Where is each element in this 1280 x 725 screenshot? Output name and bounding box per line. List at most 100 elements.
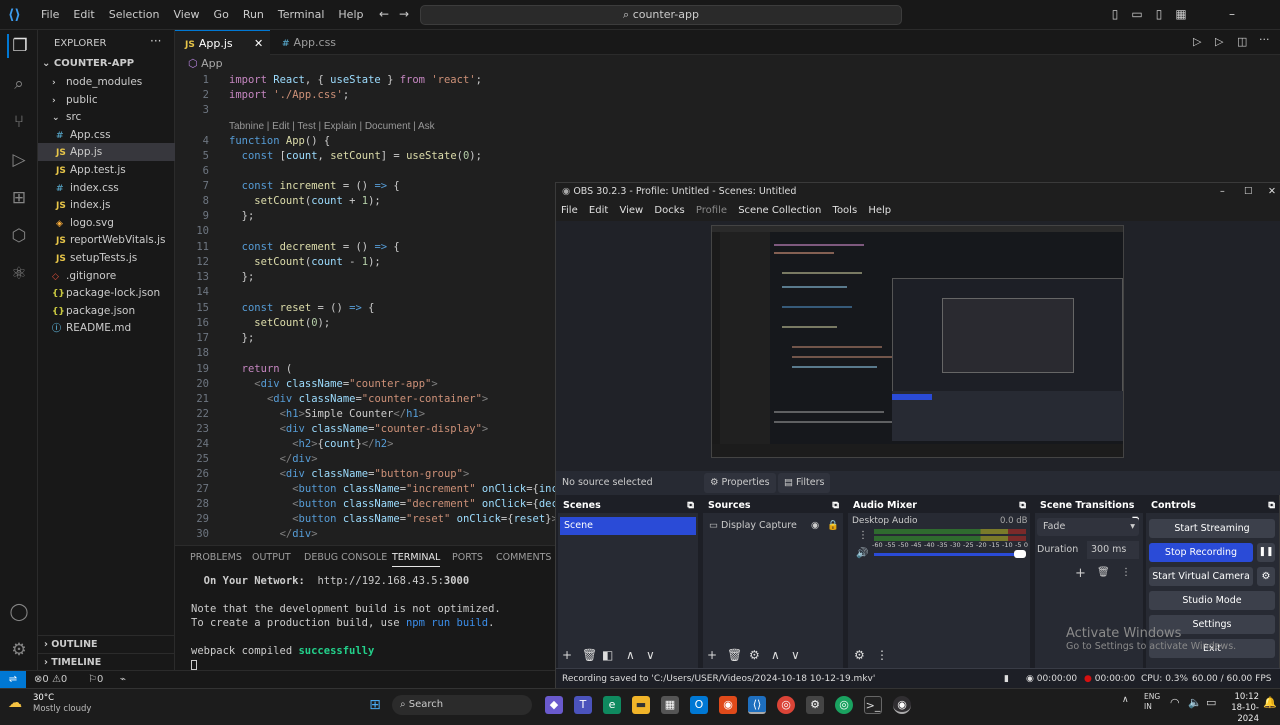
scene-item[interactable]: Scene: [560, 517, 696, 535]
add-icon[interactable]: +: [562, 648, 572, 662]
problems-status[interactable]: ⊗0 ⚠0: [34, 671, 67, 688]
notification-bell-icon[interactable]: 🔔: [1263, 696, 1277, 709]
folder-item[interactable]: › node_modules: [38, 73, 175, 91]
undock-icon[interactable]: ⧉: [687, 498, 694, 513]
lock-icon[interactable]: 🔒: [827, 517, 839, 535]
properties-button[interactable]: ⚙ Properties: [704, 473, 776, 493]
volume-icon[interactable]: 🔈: [1188, 696, 1202, 709]
more-actions-icon[interactable]: ···: [150, 34, 161, 48]
file-item[interactable]: ⓘ README.md: [38, 319, 175, 337]
code-editor[interactable]: 1 2 3 4 5 6 7 8 9 10 11 12 13 14 15 16 17 18 19 20 21 22 23 24 2…: [175, 72, 564, 540]
file-item[interactable]: JS App.test.js: [38, 161, 175, 179]
menu-file[interactable]: File: [561, 205, 578, 216]
account-icon[interactable]: ◯: [7, 600, 31, 624]
menu-scene-collection[interactable]: Scene Collection: [738, 205, 821, 216]
chrome-profile-icon[interactable]: ◎: [835, 696, 853, 714]
trash-icon[interactable]: 🗑: [727, 648, 742, 662]
battery-icon[interactable]: ▭: [1206, 696, 1216, 709]
language-indicator[interactable]: ENG IN: [1144, 692, 1160, 712]
kebab-menu-icon[interactable]: ⋮: [876, 648, 888, 662]
file-item[interactable]: # index.css: [38, 179, 175, 197]
add-icon[interactable]: +: [707, 648, 717, 662]
undock-icon[interactable]: ⧉: [1019, 498, 1026, 513]
menu-view[interactable]: View: [619, 205, 643, 216]
back-arrow-icon[interactable]: ←: [377, 7, 391, 21]
move-up-icon[interactable]: ∧: [771, 648, 780, 662]
menu-edit[interactable]: Edit: [589, 205, 608, 216]
weather-icon[interactable]: ☁: [8, 695, 28, 715]
toggle-secondary-sidebar-icon[interactable]: ▯: [1152, 7, 1166, 21]
start-virtual-camera-button[interactable]: Start Virtual Camera: [1149, 567, 1253, 586]
ports-status[interactable]: ⚐0: [88, 671, 103, 688]
file-item[interactable]: JS reportWebVitals.js: [38, 231, 175, 249]
undock-icon[interactable]: ⧉: [832, 498, 839, 513]
file-item[interactable]: JS setupTests.js: [38, 249, 175, 267]
outlook-icon[interactable]: O: [690, 696, 708, 714]
chrome-icon[interactable]: ◎: [777, 696, 795, 714]
transition-select[interactable]: Fade ▾: [1037, 518, 1139, 536]
split-editor-icon[interactable]: ◫: [1237, 35, 1247, 48]
gear-icon[interactable]: ⚙: [1257, 567, 1275, 586]
move-down-icon[interactable]: ∨: [791, 648, 800, 662]
copilot-icon[interactable]: ◆: [545, 696, 563, 714]
close-icon[interactable]: ✕: [254, 31, 263, 56]
explorer-root-folder[interactable]: ⌄ COUNTER-APP: [38, 55, 175, 73]
menu-docks[interactable]: Docks: [654, 205, 684, 216]
file-item[interactable]: JS index.js: [38, 196, 175, 214]
outline-section[interactable]: › OUTLINE: [38, 635, 175, 653]
file-item[interactable]: ◈ logo.svg: [38, 214, 175, 232]
clock[interactable]: 10:12 18-10-2024: [1225, 692, 1259, 725]
command-center-search[interactable]: ⌕ counter-app: [420, 5, 902, 25]
breadcrumb[interactable]: ⬡ App: [188, 57, 223, 70]
volume-slider[interactable]: [874, 553, 1024, 556]
menu-edit[interactable]: Edit: [66, 8, 101, 21]
react-icon[interactable]: ⚛: [7, 262, 31, 286]
preview-display-capture[interactable]: [711, 225, 1124, 458]
tab-ports[interactable]: PORTS: [452, 552, 483, 563]
tab-terminal[interactable]: TERMINAL: [392, 552, 441, 567]
file-item[interactable]: # App.css: [38, 126, 175, 144]
pause-icon[interactable]: ❚❚: [1257, 543, 1275, 562]
speaker-icon[interactable]: 🔊: [856, 548, 868, 559]
menu-selection[interactable]: Selection: [102, 8, 167, 21]
trash-icon[interactable]: 🗑: [582, 648, 597, 662]
folder-item[interactable]: › public: [38, 91, 175, 109]
tab-debug-console[interactable]: DEBUG CONSOLE: [304, 552, 387, 563]
edge-icon[interactable]: e: [603, 696, 621, 714]
menu-help[interactable]: Help: [868, 205, 891, 216]
chevron-up-icon[interactable]: ∧: [1122, 695, 1129, 705]
settings-gear-icon[interactable]: ⚙: [806, 696, 824, 714]
tab-app-js[interactable]: JS App.js ✕: [175, 30, 270, 55]
filter-icon[interactable]: ◧: [602, 648, 613, 662]
duration-spinbox[interactable]: 300 ms: [1087, 541, 1139, 559]
tabnine-icon[interactable]: ⬡: [7, 224, 31, 248]
teams-icon[interactable]: T: [574, 696, 592, 714]
run-debug-icon[interactable]: ▷: [1215, 35, 1223, 48]
file-item[interactable]: ◇ .gitignore: [38, 267, 175, 285]
store-icon[interactable]: ▦: [661, 696, 679, 714]
run-icon[interactable]: ▷: [1193, 35, 1201, 48]
remote-indicator-icon[interactable]: ⇌: [0, 671, 26, 688]
forward-arrow-icon[interactable]: →: [397, 7, 411, 21]
run-debug-icon[interactable]: ▷: [7, 148, 31, 172]
kebab-menu-icon[interactable]: ⋮: [1121, 567, 1131, 578]
eye-icon[interactable]: ◉: [811, 517, 819, 535]
source-control-icon[interactable]: ⑂: [7, 110, 31, 134]
wifi-icon[interactable]: ◠: [1170, 696, 1180, 709]
minimize-icon[interactable]: –: [1225, 7, 1239, 21]
move-down-icon[interactable]: ∨: [646, 648, 655, 662]
toggle-sidebar-icon[interactable]: ▯: [1108, 7, 1122, 21]
taskbar-search[interactable]: ⌕ Search: [392, 695, 532, 715]
tabnine-codelens[interactable]: Tabnine | Edit | Test | Explain | Docume…: [229, 121, 435, 132]
filters-button[interactable]: ▤ Filters: [778, 473, 831, 493]
tab-problems[interactable]: PROBLEMS: [190, 552, 242, 563]
toggle-panel-icon[interactable]: ▭: [1130, 7, 1144, 21]
gear-icon[interactable]: ⚙: [749, 648, 760, 662]
file-explorer-icon[interactable]: ▬: [632, 696, 650, 714]
studio-mode-button[interactable]: Studio Mode: [1149, 591, 1275, 610]
customize-layout-icon[interactable]: ▦: [1174, 7, 1188, 21]
windows-start-icon[interactable]: ⊞: [366, 696, 384, 714]
close-icon[interactable]: ✕: [1268, 183, 1276, 201]
timeline-section[interactable]: › TIMELINE: [38, 653, 175, 671]
minimize-icon[interactable]: –: [1220, 183, 1225, 201]
